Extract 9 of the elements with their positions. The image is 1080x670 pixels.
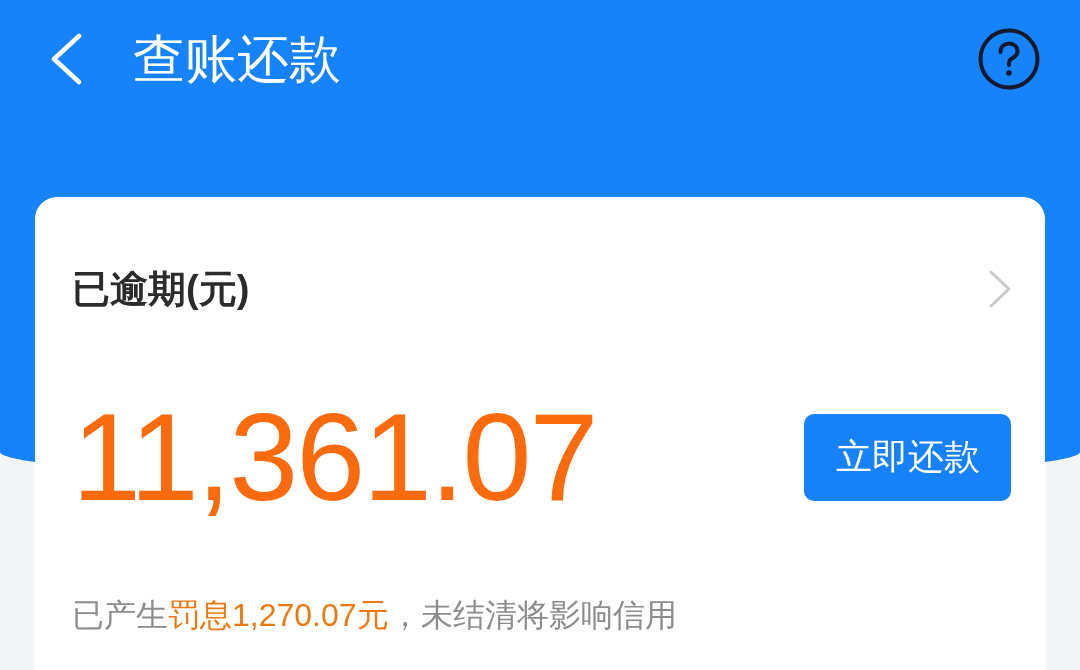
card-heading: 已逾期(元) (72, 270, 250, 308)
back-icon (50, 33, 82, 85)
repay-now-button[interactable]: 立即还款 (804, 413, 1011, 501)
overdue-amount: 11,361.07 (72, 395, 597, 519)
page-title: 查账还款 (133, 33, 341, 85)
help-icon (978, 28, 1040, 90)
penalty-notice: 已产生罚息1,270.07元，未结清将影响信用 (72, 599, 678, 631)
back-button[interactable] (50, 33, 82, 85)
help-button[interactable] (978, 28, 1040, 90)
